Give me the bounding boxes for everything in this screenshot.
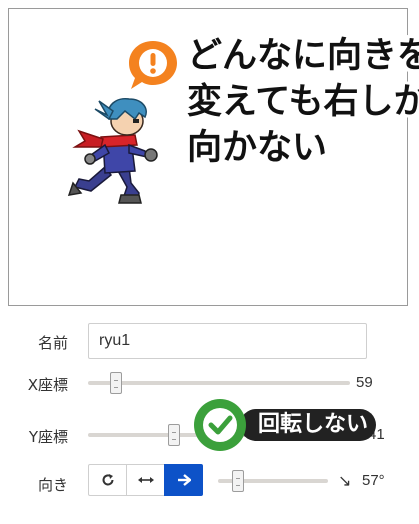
x-row: X座標 59 bbox=[0, 365, 419, 401]
name-label: 名前 bbox=[37, 334, 68, 352]
x-slider-track[interactable] bbox=[88, 381, 350, 385]
direction-row: 向き ↘ 57° bbox=[0, 462, 419, 498]
arrow-right-icon bbox=[177, 474, 191, 486]
x-value: 59 bbox=[356, 374, 373, 391]
ninja-sprite[interactable] bbox=[65, 95, 175, 207]
rotation-mode-buttons bbox=[88, 464, 203, 496]
direction-value: 57° bbox=[362, 472, 385, 489]
sprite-stage: どんなに向きを 変えても右しか 向かない bbox=[8, 8, 419, 306]
no-rotate-tooltip: 回転しない bbox=[192, 397, 378, 453]
check-circle-icon bbox=[194, 399, 246, 451]
direction-label: 向き bbox=[37, 476, 68, 494]
tooltip-text: 回転しない bbox=[258, 412, 369, 437]
rotate-icon bbox=[102, 474, 113, 486]
no-rotate-mode-button[interactable] bbox=[164, 464, 203, 496]
y-slider-thumb[interactable] bbox=[168, 424, 180, 446]
caption-line-1: どんなに向きを bbox=[187, 36, 419, 76]
direction-arrow-icon: ↘ bbox=[338, 473, 352, 490]
name-row: 名前 bbox=[0, 323, 419, 359]
x-label: X座標 bbox=[27, 376, 68, 394]
direction-slider-thumb[interactable] bbox=[232, 470, 244, 492]
caption-line-2: 変えても右しか bbox=[187, 82, 419, 122]
left-right-mode-button[interactable] bbox=[126, 464, 165, 496]
rotate-mode-button[interactable] bbox=[88, 464, 127, 496]
caption-line-3: 向かない bbox=[187, 128, 328, 168]
left-right-icon bbox=[137, 477, 154, 483]
name-input[interactable] bbox=[88, 323, 367, 359]
y-label: Y座標 bbox=[28, 428, 68, 446]
x-slider-thumb[interactable] bbox=[110, 372, 122, 394]
exclamation-bubble-icon bbox=[129, 41, 177, 89]
stage-caption: どんなに向きを 変えても右しか 向かない bbox=[187, 33, 419, 171]
